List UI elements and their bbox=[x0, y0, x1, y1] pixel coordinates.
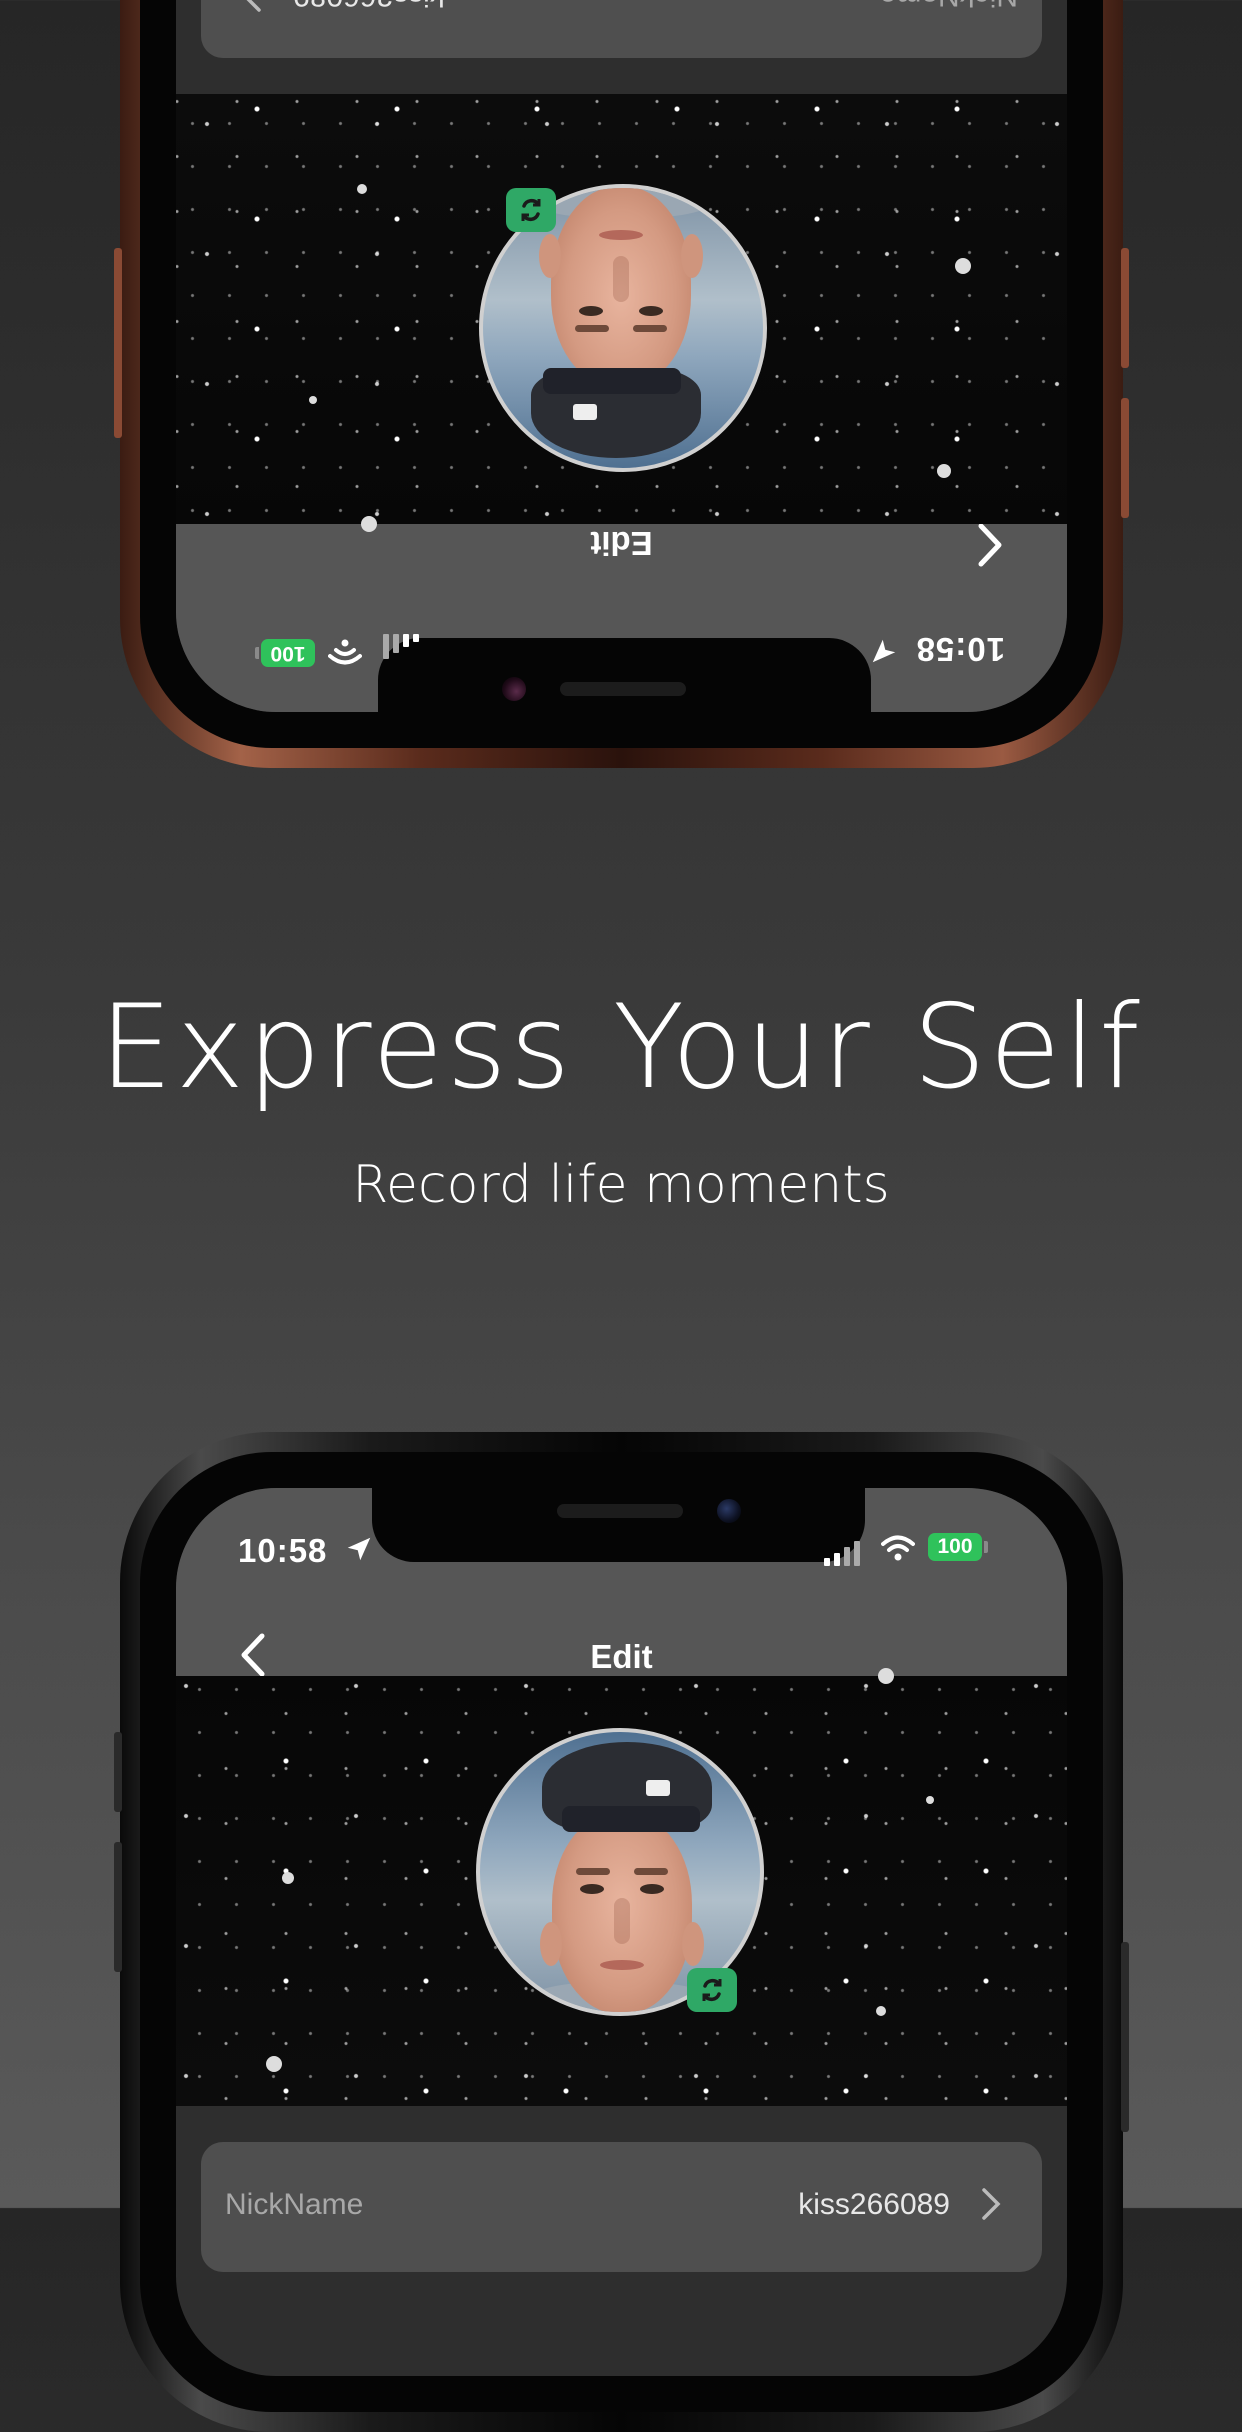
power-button bbox=[114, 248, 122, 438]
signal-icon bbox=[383, 634, 419, 659]
status-time: 10:58 bbox=[238, 1532, 328, 1569]
status-time: 10:58 bbox=[915, 631, 1005, 668]
notch bbox=[378, 638, 871, 712]
camera-switch-icon[interactable] bbox=[687, 1968, 737, 2012]
chevron-right-icon bbox=[242, 0, 261, 12]
phone-screen: 10:58 100 bbox=[176, 0, 1067, 712]
phone-mockup-bronze: 10:58 100 Edit bbox=[114, 0, 1129, 768]
volume-button bbox=[114, 1732, 122, 1812]
page-title: Edit bbox=[590, 525, 653, 562]
nickname-label: NickName bbox=[225, 2188, 364, 2221]
volume-button bbox=[114, 1842, 122, 1972]
phone-screen: 10:58 100 bbox=[176, 1488, 1067, 2376]
speaker-grille bbox=[557, 1504, 683, 1518]
volume-button bbox=[1121, 248, 1129, 368]
power-button bbox=[1121, 1942, 1129, 2132]
location-arrow-icon bbox=[347, 1537, 371, 1561]
phone-bezel: 10:58 100 bbox=[140, 1452, 1103, 2412]
volume-button bbox=[1121, 398, 1129, 518]
hero-subtitle: Record life moments bbox=[352, 1155, 890, 1215]
battery-icon: 100 bbox=[261, 639, 315, 667]
signal-icon bbox=[824, 1541, 860, 1566]
notch bbox=[372, 1488, 865, 1562]
wifi-icon bbox=[328, 639, 362, 665]
nickname-row[interactable]: NickName kiss266089 bbox=[201, 2142, 1042, 2272]
wifi-icon bbox=[881, 1535, 915, 1561]
nav-bar: 10:58 100 Edit bbox=[176, 523, 1067, 712]
phone-mockup-black: 10:58 100 Edit NickName kiss266089 bbox=[114, 1432, 1129, 2432]
location-arrow-icon bbox=[872, 639, 896, 663]
nickname-value: kiss266089 bbox=[293, 0, 445, 12]
avatar-face bbox=[539, 186, 703, 386]
front-camera bbox=[502, 677, 526, 701]
hero-title: Express Your Self bbox=[99, 980, 1143, 1115]
nickname-value: kiss266089 bbox=[798, 2188, 950, 2221]
battery-icon: 100 bbox=[928, 1533, 982, 1561]
nickname-row[interactable]: NickName kiss266089 bbox=[201, 0, 1042, 58]
chevron-right-icon bbox=[982, 2188, 1001, 2220]
front-camera bbox=[717, 1499, 741, 1523]
speaker-grille bbox=[560, 682, 686, 696]
avatar-face bbox=[540, 1814, 704, 2012]
camera-switch-icon[interactable] bbox=[506, 188, 556, 232]
page-title: Edit bbox=[590, 1638, 653, 1675]
nickname-label: NickName bbox=[880, 0, 1018, 12]
phone-bezel: 10:58 100 bbox=[140, 0, 1103, 748]
nav-bar: 10:58 100 Edit bbox=[176, 1488, 1067, 1677]
